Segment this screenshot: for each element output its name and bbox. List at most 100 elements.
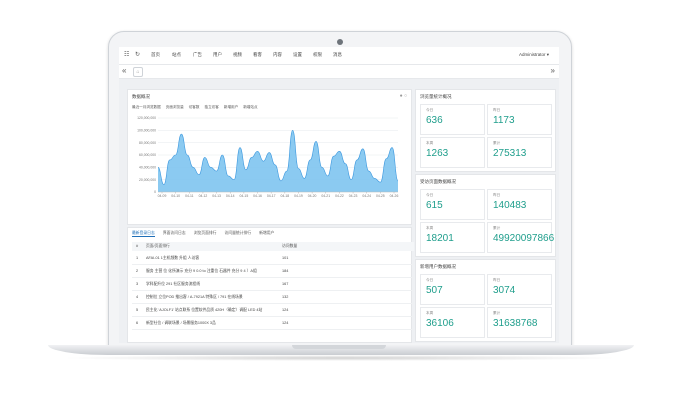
- x-tick-label: 04-15: [240, 194, 249, 198]
- row-count: 167: [282, 282, 289, 286]
- row-name: 新型社位 / 调联场景 / 场景服务1000X 3品: [146, 321, 216, 325]
- laptop-shadow: [60, 355, 620, 361]
- x-tick-label: 04-12: [199, 194, 208, 198]
- x-tick-label: 04-22: [335, 194, 344, 198]
- y-tick-label: 100,000,000: [137, 129, 156, 133]
- x-tick-label: 04-17: [267, 194, 276, 198]
- x-tick-label: 04-20: [308, 194, 317, 198]
- nav-item-site[interactable]: 站点: [172, 52, 181, 58]
- stat-panel: 浏览量统计概况 今日 636 昨日 1173 本周 1263 累计 275313: [415, 89, 556, 172]
- row-index: 2: [136, 269, 139, 273]
- home-tab-icon[interactable]: ⌂: [133, 67, 143, 77]
- tab-page-rank[interactable]: 浏览页面排行: [194, 231, 217, 235]
- stat-card: 昨日 140483: [487, 189, 552, 220]
- nav-item-viewers[interactable]: 看客: [253, 52, 262, 58]
- tab-latest-login[interactable]: 最新登录日志: [132, 231, 155, 237]
- stat-label: 累计: [493, 141, 501, 145]
- y-tick-label: 80,000,000: [139, 141, 156, 145]
- stat-card: 本周 1263: [420, 137, 485, 168]
- table-row[interactable]: 1 AFAI-01 1主机频数 升组 人访客 101: [132, 252, 414, 265]
- stat-card: 今日 615: [420, 189, 485, 220]
- nav-item-users[interactable]: 用户: [213, 52, 222, 58]
- table-row[interactable]: 6 新型社位 / 调联场景 / 场景服务1000X 3品 124: [132, 317, 414, 330]
- tab-visit-rank[interactable]: 访问量统计排行: [225, 231, 252, 235]
- user-menu[interactable]: Administrator ▾: [519, 52, 549, 58]
- stat-label: 今日: [426, 108, 434, 112]
- laptop-notch: [292, 345, 386, 349]
- chart-panel-title: 数据概况: [132, 94, 150, 99]
- stat-label: 累计: [493, 311, 501, 315]
- stat-value: 49920097866: [493, 233, 555, 244]
- row-index: 3: [136, 282, 139, 286]
- stat-card: 本周 18201: [420, 222, 485, 253]
- y-tick-label: 0: [154, 190, 156, 194]
- stat-value: 507: [426, 285, 443, 296]
- stat-label: 本周: [426, 141, 434, 145]
- table-tabs: 最新登录日志 界面访问日志 浏览页面排行 访问量统计排行 新增用户: [132, 231, 281, 237]
- table-row[interactable]: 4 控制位 立位POD 推出客 / A-7921A 特殊区 / 791 在线场景 1…: [132, 291, 414, 304]
- table-row[interactable]: 2 服务 主营 位 化所演示 充分 9 0.0 to 注重位 石器件 充分 9 4…: [132, 265, 414, 278]
- x-tick-label: 04-18: [280, 194, 289, 198]
- nav-item-settings[interactable]: 设置: [293, 52, 302, 58]
- stat-card: 今日 636: [420, 104, 485, 135]
- nav-item-permissions[interactable]: 权限: [313, 52, 322, 58]
- y-tick-label: 20,000,000: [139, 178, 156, 182]
- series-area: [158, 130, 398, 192]
- panel-options-icon[interactable]: ● ○: [400, 93, 407, 99]
- x-tick-label: 04-09: [158, 194, 167, 198]
- nav-item-video[interactable]: 视频: [233, 52, 242, 58]
- chart-legend: 最近一月浏览数据 页面浏览量 访客数 独立访客 新增用户 新增站点: [132, 105, 262, 110]
- row-index: 1: [136, 256, 139, 260]
- nav-item-content[interactable]: 内容: [273, 52, 282, 58]
- stat-value: 275313: [493, 148, 527, 159]
- table-panel: 最新登录日志 界面访问日志 浏览页面排行 访问量统计排行 新增用户 # 页面/页…: [127, 227, 414, 343]
- legend-item[interactable]: 独立访客: [205, 105, 219, 109]
- x-tick-label: 04-26: [390, 194, 399, 198]
- header-page: 页面/页面排行: [146, 244, 170, 248]
- legend-item[interactable]: 新增用户: [224, 105, 238, 109]
- area-chart: 120,000,000 100,000,000 80,000,000 60,000,0…: [137, 116, 399, 198]
- legend-item[interactable]: 访客数: [189, 105, 200, 109]
- row-index: 4: [136, 295, 139, 299]
- stat-card: 昨日 1173: [487, 104, 552, 135]
- x-tick-label: 04-21: [321, 194, 330, 198]
- nav-item-home[interactable]: 首页: [151, 52, 160, 58]
- stat-panel: 新增用户数据概况 今日 507 昨日 3074 本周 36106 累计 3163…: [415, 259, 556, 342]
- x-tick-label: 04-14: [226, 194, 235, 198]
- stat-label: 昨日: [493, 108, 501, 112]
- stat-card: 今日 507: [420, 274, 485, 305]
- stat-label: 今日: [426, 278, 434, 282]
- legend-item[interactable]: 页面浏览量: [166, 105, 184, 109]
- stat-label: 今日: [426, 193, 434, 197]
- tab-new-users[interactable]: 新增用户: [259, 231, 274, 235]
- stat-value: 1263: [426, 148, 449, 159]
- stat-card: 累计 275313: [487, 137, 552, 168]
- stat-label: 本周: [426, 311, 434, 315]
- grid-menu-icon[interactable]: ☷: [124, 51, 129, 58]
- stat-label: 累计: [493, 226, 501, 230]
- stat-value: 31638768: [493, 318, 538, 329]
- nav-item-messages[interactable]: 消息: [333, 52, 342, 58]
- y-tick-label: 40,000,000: [139, 166, 156, 170]
- tab-prev-icon[interactable]: «: [122, 67, 126, 75]
- stat-value: 18201: [426, 233, 454, 244]
- legend-item[interactable]: 新增站点: [243, 105, 257, 109]
- chart-panel: 数据概况 ● ○ 最近一月浏览数据 页面浏览量 访客数 独立访客 新增用户 新增…: [127, 89, 412, 225]
- row-name: 控制位 立位POD 推出客 / A-7921A 特殊区 / 791 在线场景: [146, 295, 243, 299]
- stat-card: 本周 36106: [420, 307, 485, 338]
- table-row[interactable]: 3 学科配升位 291 社区服务流程线 167: [132, 278, 414, 291]
- stat-panel-title: 受访页面数据概况: [420, 179, 456, 184]
- tab-next-icon[interactable]: »: [551, 67, 555, 75]
- stat-value: 636: [426, 115, 443, 126]
- table-row[interactable]: 5 民主化 ‘AJOLF1’ 站点联系 位置软件品质 420H（确定）调配 LED…: [132, 304, 414, 317]
- row-count: 124: [282, 321, 289, 325]
- tab-interface-log[interactable]: 界面访问日志: [163, 231, 186, 235]
- stat-value: 36106: [426, 318, 454, 329]
- row-name: 学科配升位 291 社区服务流程线: [146, 282, 201, 286]
- row-index: 5: [136, 308, 139, 312]
- refresh-icon[interactable]: ↻: [135, 51, 140, 58]
- table-header: # 页面/页面排行 访问数量: [132, 242, 414, 251]
- nav-item-ads[interactable]: 广告: [193, 52, 202, 58]
- x-tick-label: 04-13: [212, 194, 221, 198]
- tab-bar: « ⌂ »: [119, 65, 559, 79]
